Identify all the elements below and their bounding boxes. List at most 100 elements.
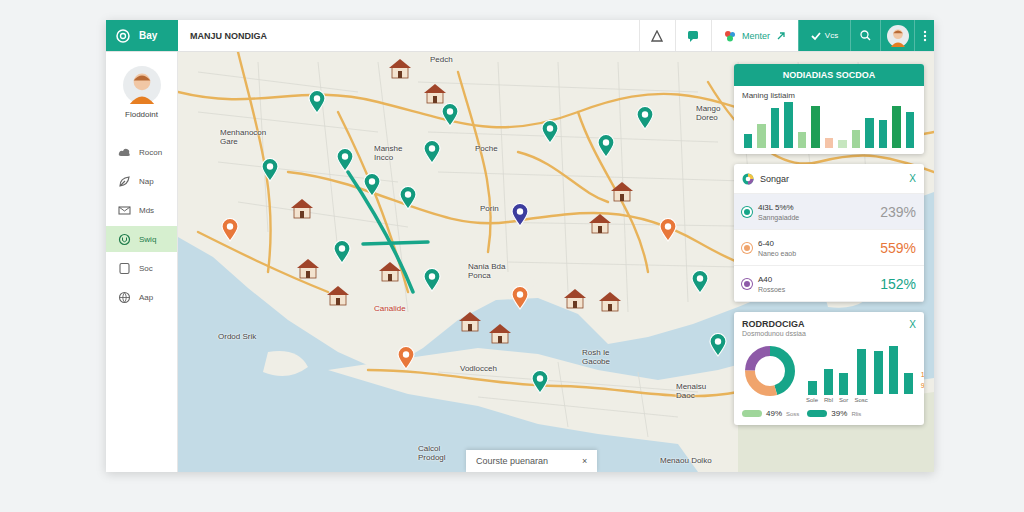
- legend-label: Soss: [786, 411, 799, 417]
- check-icon: [811, 31, 821, 41]
- sidebar-item[interactable]: Aap: [106, 284, 177, 310]
- map-pin-icon[interactable]: [333, 240, 351, 264]
- sidebar-item[interactable]: Nap: [106, 168, 177, 194]
- sidebar-item[interactable]: Soc: [106, 255, 177, 281]
- list-row[interactable]: 4i3L 5%%Sanngaiadde239%: [734, 194, 924, 230]
- row-label: 6-40: [758, 239, 874, 248]
- map-pin-icon[interactable]: [691, 270, 709, 294]
- map-label: Pedch: [430, 55, 453, 64]
- row-label: 4i3L 5%%: [758, 203, 874, 212]
- map-pin-icon[interactable]: [221, 218, 239, 242]
- mail-icon: [118, 204, 131, 217]
- map-label: Menhanocon Gare: [220, 128, 282, 146]
- chat-button[interactable]: [675, 20, 711, 51]
- donut-segment: [750, 351, 790, 391]
- map-pin-icon[interactable]: [636, 106, 654, 130]
- card-titles: RODRDOCIGADosmodunou dssiaa: [742, 319, 806, 337]
- sidebar: Floddoint Rocon Nap Mds Swiq Soc Aap: [106, 52, 178, 472]
- arrow-icon: [776, 31, 786, 41]
- sidebar-label: Soc: [139, 264, 153, 273]
- bar-column: Sole: [806, 341, 818, 403]
- house-icon: [488, 322, 512, 344]
- close-button[interactable]: X: [909, 319, 916, 330]
- map-label: Ordod Srik: [218, 332, 256, 341]
- map-label: Calcol Prodogl: [418, 444, 458, 462]
- bar-label: Sosc: [854, 397, 867, 403]
- map-label: Porin: [480, 204, 499, 213]
- chat-icon: [687, 30, 699, 42]
- bar-chart: [734, 100, 924, 154]
- map-label: Canalide: [374, 304, 406, 313]
- chart-bar: [889, 346, 898, 394]
- sidebar-item[interactable]: Rocon: [106, 139, 177, 165]
- map-search-tab[interactable]: Courste puenaran ×: [466, 450, 597, 472]
- chart-bar: [906, 112, 914, 148]
- close-button[interactable]: X: [909, 173, 916, 184]
- search-button[interactable]: [850, 20, 880, 51]
- sidebar-item[interactable]: Swiq: [106, 226, 177, 252]
- globe-icon: [118, 291, 131, 304]
- search-text[interactable]: Courste puenaran: [476, 456, 548, 466]
- chart-bar: [744, 134, 752, 148]
- row-text: A40Rossoes: [758, 275, 874, 293]
- map-pin-icon[interactable]: [441, 103, 459, 127]
- action-button[interactable]: Vcs: [798, 20, 850, 51]
- profile-avatar-icon[interactable]: [123, 66, 161, 104]
- app-name: Bay: [139, 30, 157, 41]
- map-label: Rosh Ie Gacobe: [582, 348, 636, 366]
- close-button[interactable]: ×: [582, 456, 587, 466]
- brand[interactable]: Bay: [106, 20, 178, 51]
- map-view[interactable]: PedchMenhanocon GareManshe InccoPochePor…: [178, 52, 934, 472]
- map-pin-icon[interactable]: [597, 134, 615, 158]
- map-pin-icon[interactable]: [308, 90, 326, 114]
- legend: 49%Soss39%Rlis: [734, 403, 924, 425]
- map-pin-icon[interactable]: [336, 148, 354, 172]
- bar-column: Rbl: [824, 341, 833, 403]
- status-dot: [742, 207, 752, 217]
- legend-item: 49%Soss: [742, 409, 799, 418]
- map-pin-icon[interactable]: [511, 286, 529, 310]
- user-avatar-icon[interactable]: [887, 25, 909, 47]
- sidebar-label: Aap: [139, 293, 153, 302]
- status-dot: [742, 243, 752, 253]
- more-icon: [923, 30, 927, 42]
- chart-bar: [808, 381, 817, 395]
- chart-bar: [857, 349, 866, 395]
- map-pin-icon[interactable]: [659, 218, 677, 242]
- app-window: BayMANJU NONDIGAMenterVcs FloddointRocon…: [106, 20, 934, 472]
- bar-chart: SoleRblSorSosc: [806, 341, 913, 403]
- row-sub: Rossoes: [758, 286, 874, 293]
- list-row[interactable]: A40Rossoes152%: [734, 266, 924, 302]
- legend-swatch: [807, 410, 827, 417]
- map-label: Mango Doreo: [696, 104, 732, 122]
- chart-bar: [865, 118, 873, 148]
- map-pin-icon[interactable]: [423, 140, 441, 164]
- menu-button[interactable]: Menter: [711, 20, 798, 51]
- chart-bar: [852, 130, 860, 148]
- cloud-icon: [118, 146, 131, 159]
- map-pin-icon[interactable]: [423, 268, 441, 292]
- profile[interactable]: [106, 66, 177, 104]
- list-row[interactable]: 6-40Naneo eaob559%: [734, 230, 924, 266]
- more-button[interactable]: [914, 20, 934, 51]
- map-pin-icon[interactable]: [397, 346, 415, 370]
- sidebar-item[interactable]: Mds: [106, 197, 177, 223]
- map-pin-icon[interactable]: [399, 186, 417, 210]
- map-pin-icon[interactable]: [261, 158, 279, 182]
- map-pin-icon[interactable]: [709, 333, 727, 357]
- map-pin-icon[interactable]: [511, 203, 529, 227]
- map-pin-icon[interactable]: [531, 370, 549, 394]
- user-name: Floddoint: [106, 110, 177, 119]
- row-sub: Naneo eaob: [758, 250, 874, 257]
- chart-bar: [874, 351, 883, 394]
- map-pin-icon[interactable]: [363, 173, 381, 197]
- menu-label: Menter: [742, 31, 770, 41]
- logo-icon: [116, 29, 130, 43]
- chart-bar: [811, 106, 819, 148]
- palette-icon: [742, 173, 754, 185]
- chart-bar: [784, 102, 792, 148]
- map-pin-icon[interactable]: [541, 120, 559, 144]
- alert-button[interactable]: [639, 20, 675, 51]
- house-icon: [378, 260, 402, 282]
- profile-button[interactable]: [880, 20, 914, 51]
